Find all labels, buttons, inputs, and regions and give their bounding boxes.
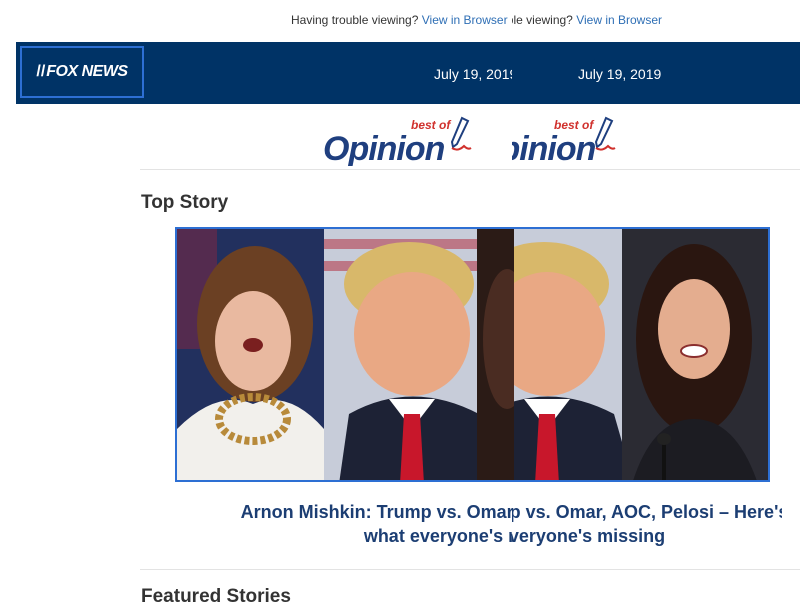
top-story-headline-duplicate[interactable]: Arnon Mishkin: Trump vs. Omar, AOC, Pelo… [512,500,782,550]
divider [140,169,800,170]
logo-text: FOX NEWS [46,63,128,80]
view-in-browser-link[interactable]: View in Browser [576,13,662,27]
view-in-browser-link[interactable]: View in Browser [422,13,508,27]
top-story-image[interactable] [175,227,770,482]
preheader-text: Having trouble viewing? [512,13,573,27]
fox-news-logo[interactable]: // FOX NEWS [20,46,144,98]
preheader-duplicate: Having trouble viewing? View in Browser [512,13,662,27]
preheader: Having trouble viewing? View in Browser [291,13,512,27]
photo-panel-seam [477,229,514,480]
header-date: July 19, 2019 [434,66,512,82]
opinion-banner: Opinion best of [323,116,475,166]
logo-mark-icon: // [36,63,46,80]
photo-panel-left [177,229,324,480]
banner-title: Opinion [323,130,445,166]
pen-icon [450,116,472,151]
preheader-text: Having trouble viewing? [291,13,419,27]
header-date-duplicate: July 19, 2019 [578,66,662,82]
section-title-top-story: Top Story [141,192,229,213]
opinion-banner-duplicate: Opinion best of [512,116,622,166]
divider [140,569,800,570]
banner-tag: best of [411,118,451,132]
photo-panel-repeat [514,229,622,480]
section-title-featured-stories: Featured Stories [141,586,291,607]
pen-icon [594,116,616,151]
top-story-headline[interactable]: Arnon Mishkin: Trump vs. Omar, AOC, Pelo… [160,500,512,550]
photo-panel-right [622,229,768,480]
